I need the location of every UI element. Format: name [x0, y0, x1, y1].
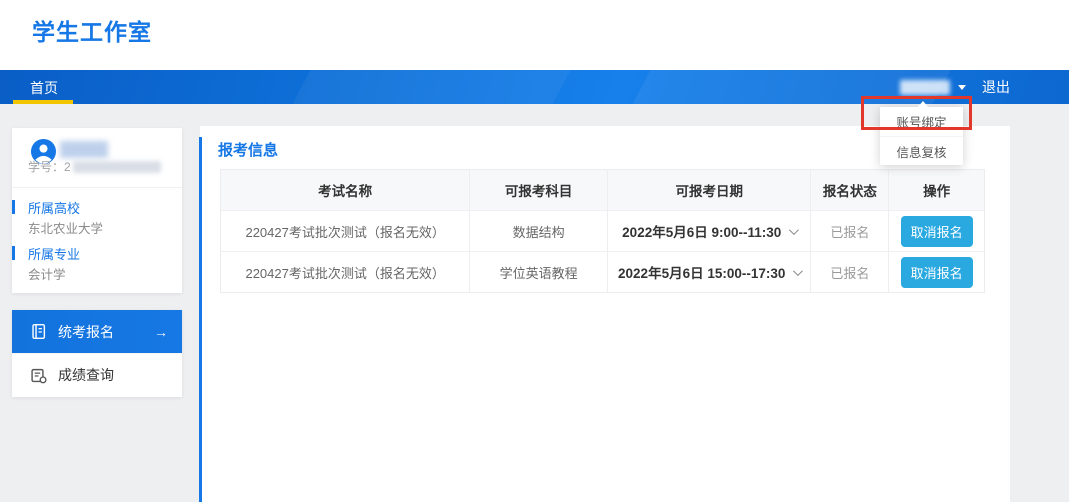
sidebar-item-score-query[interactable]: 成绩查询 — [12, 353, 182, 396]
col-subject: 可报考科目 — [470, 170, 608, 210]
university-value: 东北农业大学 — [28, 218, 103, 237]
university-label: 所属高校 — [28, 198, 80, 217]
sidebar-menu: 统考报名 → 成绩查询 — [12, 310, 182, 397]
redacted-username — [900, 80, 950, 95]
sidebar-item-label: 统考报名 — [58, 322, 154, 342]
date-text: 2022年5月6日 9:00--11:30 — [622, 221, 781, 241]
page-title: 学生工作室 — [32, 13, 152, 47]
user-dropdown-trigger[interactable] — [900, 80, 966, 95]
section-heading: 报考信息 — [218, 139, 278, 160]
table-row: 220427考试批次测试（报名无效） 数据结构 2022年5月6日 9:00--… — [221, 210, 984, 251]
sidebar-item-label: 成绩查询 — [58, 365, 168, 385]
arrow-right-icon: → — [154, 324, 168, 340]
exam-name-cell: 220427考试批次测试（报名无效） — [221, 251, 470, 292]
profile-card: 学号：2 所属高校 东北农业大学 所属专业 会计学 — [12, 128, 182, 293]
tab-home[interactable]: 首页 — [30, 78, 58, 98]
table-row: 220427考试批次测试（报名无效） 学位英语教程 2022年5月6日 15:0… — [221, 251, 984, 292]
exam-table: 考试名称 可报考科目 可报考日期 报名状态 操作 220427考试批次测试（报名… — [220, 169, 985, 293]
divider — [12, 187, 182, 188]
col-action: 操作 — [889, 170, 984, 210]
subject-cell: 数据结构 — [470, 210, 608, 251]
action-cell: 取消报名 — [889, 210, 984, 251]
menu-item-info-review[interactable]: 信息复核 — [880, 136, 963, 165]
col-date: 可报考日期 — [608, 170, 811, 210]
report-card-icon — [30, 367, 47, 384]
cancel-registration-button[interactable]: 取消报名 — [901, 257, 973, 288]
action-cell: 取消报名 — [889, 251, 984, 292]
navbar-decoration — [279, 70, 582, 104]
chevron-down-icon — [958, 85, 966, 90]
chevron-down-icon[interactable] — [793, 266, 803, 276]
redacted-profile-name — [60, 141, 108, 158]
subject-cell: 学位英语教程 — [470, 251, 608, 292]
status-cell: 已报名 — [811, 251, 889, 292]
field-accent-bar — [12, 246, 15, 260]
date-text: 2022年5月6日 15:00--17:30 — [618, 262, 785, 282]
field-accent-bar — [12, 200, 15, 214]
highlight-box — [861, 96, 972, 130]
status-cell: 已报名 — [811, 210, 889, 251]
major-label: 所属专业 — [28, 244, 80, 263]
chevron-down-icon[interactable] — [789, 225, 799, 235]
top-header: 学生工作室 — [0, 0, 1069, 70]
document-icon — [30, 323, 47, 340]
col-status: 报名状态 — [811, 170, 889, 210]
cancel-registration-button[interactable]: 取消报名 — [901, 216, 973, 247]
redacted-student-id — [73, 161, 161, 173]
major-value: 会计学 — [28, 264, 66, 283]
content-accent-line — [199, 137, 202, 502]
date-cell[interactable]: 2022年5月6日 15:00--17:30 — [608, 251, 811, 292]
exam-name-cell: 220427考试批次测试（报名无效） — [221, 210, 470, 251]
student-id-label: 学号：2 — [28, 158, 71, 175]
logout-button[interactable]: 退出 — [982, 77, 1010, 97]
sidebar-item-exam-registration[interactable]: 统考报名 → — [12, 310, 182, 353]
table-header-row: 考试名称 可报考科目 可报考日期 报名状态 操作 — [221, 170, 984, 210]
col-exam-name: 考试名称 — [221, 170, 470, 210]
date-cell[interactable]: 2022年5月6日 9:00--11:30 — [608, 210, 811, 251]
